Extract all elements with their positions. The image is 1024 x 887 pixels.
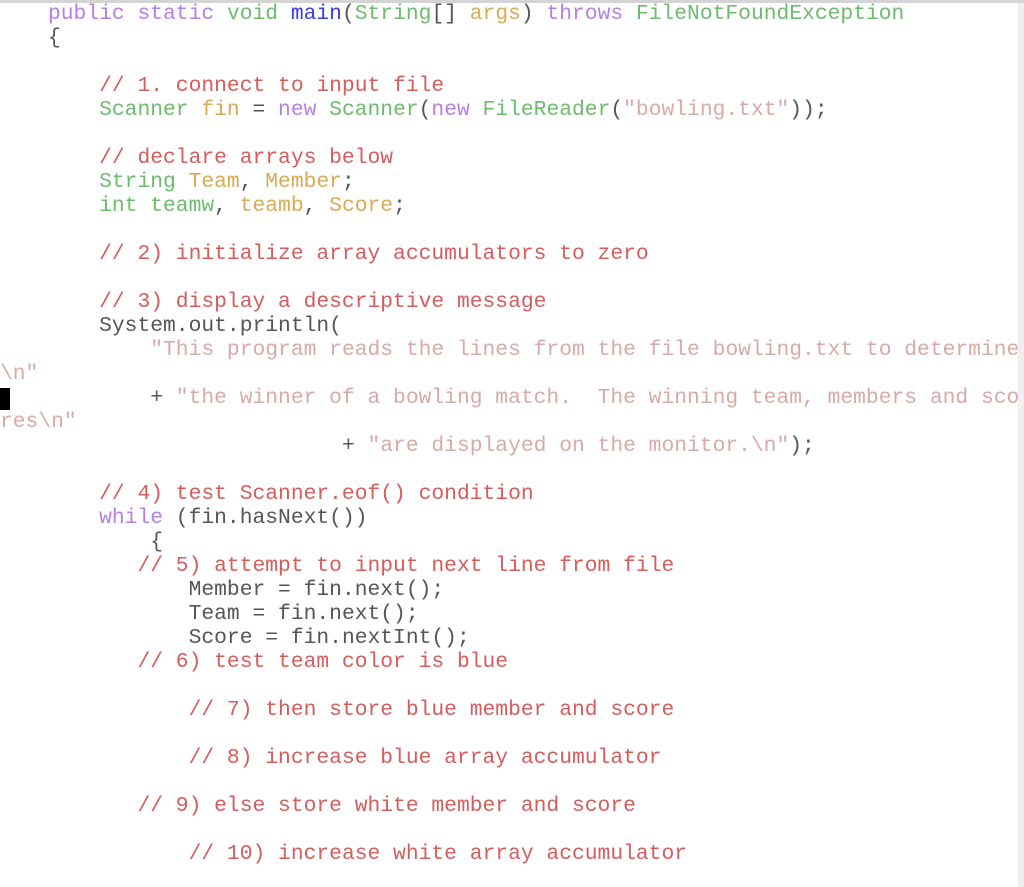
code-token: System.out.println(	[99, 314, 342, 338]
code-line: Team = fin.next();	[189, 602, 419, 626]
code-token: Team = fin.next();	[188, 602, 419, 626]
code-token: teamb	[239, 194, 304, 218]
code-line: // 9) else store white member and score	[137, 794, 635, 818]
code-token: ,	[214, 194, 240, 218]
code-token: fin	[201, 98, 240, 122]
code-line: {	[48, 26, 61, 50]
code-token: ;	[393, 194, 406, 218]
code-token: int	[99, 194, 151, 218]
code-token: (	[341, 2, 355, 26]
code-line: + "are displayed on the monitor.\n");	[342, 434, 815, 458]
code-token: // 3) display a descriptive message	[99, 290, 547, 314]
code-line: String Team, Member;	[99, 170, 355, 194]
code-token: FileReader	[482, 98, 611, 122]
code-token: // 1. connect to input file	[99, 74, 445, 98]
code-token: FileNotFoundException	[635, 2, 905, 26]
code-token: // 2) initialize array accumulators to z…	[99, 242, 649, 266]
code-token: String	[354, 2, 432, 26]
vertical-scrollbar[interactable]	[1018, 3, 1024, 887]
code-line: // 5) attempt to input next line from fi…	[137, 554, 674, 578]
code-token: // 6) test team color is blue	[137, 650, 509, 674]
code-token: // 7) then store blue member and score	[188, 698, 675, 722]
code-token: public static	[48, 2, 227, 26]
code-token: ,	[303, 194, 330, 218]
code-token: +	[341, 434, 368, 458]
code-token: Scanner	[329, 98, 419, 122]
code-token: Member	[265, 170, 342, 194]
code-token: )	[520, 2, 547, 26]
code-line: // 10) increase white array accumulator	[189, 842, 687, 866]
code-token: // 4) test Scanner.eof() condition	[99, 482, 534, 506]
code-token: // 5) attempt to input next line from fi…	[137, 554, 675, 578]
code-token: teamw	[150, 194, 215, 218]
code-line: while (fin.hasNext())	[99, 506, 367, 530]
code-line: // 4) test Scanner.eof() condition	[99, 482, 534, 506]
code-line: // 8) increase blue array accumulator	[189, 746, 662, 770]
code-line: res\n"	[0, 410, 77, 434]
code-token: {	[48, 26, 61, 50]
code-token: (	[418, 98, 432, 122]
code-line: Member = fin.next();	[189, 578, 445, 602]
code-token: // 9) else store white member and score	[137, 794, 636, 818]
code-token: "are displayed on the monitor.\n"	[367, 434, 790, 458]
code-token: "bowling.txt"	[623, 98, 790, 122]
code-token: // 8) increase blue array accumulator	[188, 746, 662, 770]
code-token: void	[226, 2, 291, 26]
code-token: (	[610, 98, 624, 122]
code-line: public static void main(String[] args) t…	[48, 2, 904, 26]
code-line: // 3) display a descriptive message	[99, 290, 546, 314]
code-token: \n"	[0, 362, 39, 386]
code-line: Scanner fin = new Scanner(new FileReader…	[99, 98, 828, 122]
code-token: =	[239, 98, 279, 122]
code-token: "This program reads the lines from the f…	[150, 338, 1020, 362]
code-token: ,	[239, 170, 266, 194]
code-line: \n"	[0, 362, 38, 386]
code-token: main	[290, 2, 342, 26]
code-token: new	[278, 98, 330, 122]
code-token: new	[431, 98, 483, 122]
code-token: []	[431, 2, 470, 26]
code-token: {	[150, 530, 164, 554]
code-line: // 1. connect to input file	[99, 74, 444, 98]
code-token: // declare arrays below	[99, 146, 394, 170]
code-line: Score = fin.nextInt();	[189, 626, 470, 650]
code-token: throws	[546, 2, 636, 26]
code-line: System.out.println(	[99, 314, 342, 338]
code-line: int teamw, teamb, Score;	[99, 194, 406, 218]
code-line: // 2) initialize array accumulators to z…	[99, 242, 649, 266]
code-token: ));	[789, 98, 828, 122]
code-token: );	[789, 434, 815, 458]
code-token: while	[99, 506, 176, 530]
code-token: "the winner of a bowling match. The winn…	[175, 386, 1020, 410]
code-line: // 6) test team color is blue	[137, 650, 508, 674]
code-token: (fin.hasNext())	[175, 506, 368, 530]
code-token: args	[469, 2, 521, 26]
code-token: res\n"	[0, 410, 77, 434]
code-token: +	[150, 386, 176, 410]
code-line: + "the winner of a bowling match. The wi…	[150, 386, 1019, 410]
code-token: Scanner	[99, 98, 202, 122]
code-token: ;	[341, 170, 355, 194]
code-token: Score = fin.nextInt();	[188, 626, 470, 650]
code-token: Score	[329, 194, 394, 218]
code-token: // 10) increase white array accumulator	[188, 842, 688, 866]
code-token: Member = fin.next();	[188, 578, 445, 602]
code-line: "This program reads the lines from the f…	[150, 338, 1019, 362]
text-cursor	[0, 388, 10, 410]
code-token: Team	[188, 170, 240, 194]
code-token: String	[99, 170, 189, 194]
code-line: // 7) then store blue member and score	[189, 698, 675, 722]
code-line: // declare arrays below	[99, 146, 393, 170]
code-line: {	[150, 530, 163, 554]
